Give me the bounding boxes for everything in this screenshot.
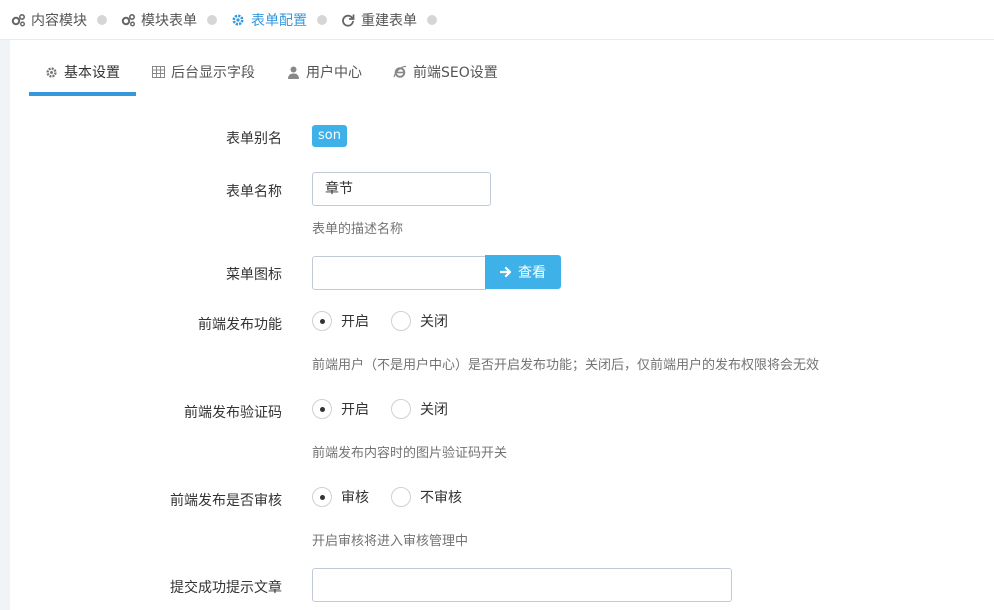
- radio-dot[interactable]: [312, 399, 332, 419]
- radio-review-on[interactable]: 审核: [312, 487, 369, 507]
- tab-label: 后台显示字段: [171, 65, 255, 81]
- radio-dot[interactable]: [391, 311, 411, 331]
- breadcrumb-separator: [427, 14, 437, 25]
- user-icon: [286, 65, 300, 79]
- breadcrumb: 内容模块 模块表单 表单配置 重建表单: [0, 0, 994, 40]
- form-row-success-message: 提交成功提示文章: [0, 568, 994, 602]
- view-icons-button[interactable]: 查看: [485, 255, 561, 289]
- tab-bar: 基本设置 后台显示字段 用户中心 前端SEO设置: [29, 52, 994, 96]
- form-row-alias: 表单别名 son: [0, 125, 994, 149]
- cogs-icon: [120, 12, 136, 28]
- tab-label: 用户中心: [306, 65, 362, 81]
- breadcrumb-item-module-form[interactable]: 模块表单: [120, 10, 197, 30]
- breadcrumb-label: 模块表单: [141, 12, 197, 29]
- breadcrumb-item-content-module[interactable]: 内容模块: [10, 10, 87, 30]
- tab-label: 前端SEO设置: [413, 65, 498, 81]
- tab-label: 基本设置: [64, 65, 120, 81]
- radio-label: 不审核: [420, 490, 462, 506]
- breadcrumb-label: 重建表单: [361, 12, 417, 29]
- breadcrumb-label: 表单配置: [251, 12, 307, 29]
- cogs-icon: [10, 12, 26, 28]
- radio-captcha-off[interactable]: 关闭: [391, 399, 448, 419]
- tab-admin-display-fields[interactable]: 后台显示字段: [136, 52, 271, 96]
- tab-frontend-seo[interactable]: 前端SEO设置: [378, 52, 514, 96]
- form-help-text: 表单的描述名称: [312, 222, 404, 237]
- gear-icon: [44, 65, 58, 79]
- form-row-name: 表单名称 章节 表单的描述名称: [0, 172, 994, 242]
- radio-publish-off[interactable]: 关闭: [391, 311, 448, 331]
- tab-user-center[interactable]: 用户中心: [271, 52, 378, 96]
- form-help-text: 开启审核将进入审核管理中: [312, 534, 469, 549]
- form-row-publish: 前端发布功能 开启 关闭 前端用户（不是用户中心）是否开启发布功能；关闭后，仅前…: [0, 311, 994, 373]
- radio-label: 开启: [341, 314, 369, 330]
- form-name-input[interactable]: 章节: [312, 172, 491, 206]
- gear-icon: [230, 12, 246, 28]
- menu-icon-input[interactable]: [312, 256, 486, 290]
- radio-dot[interactable]: [312, 487, 332, 507]
- table-icon: [151, 65, 165, 79]
- breadcrumb-item-rebuild-form[interactable]: 重建表单: [340, 10, 417, 30]
- radio-dot[interactable]: [391, 399, 411, 419]
- radio-label: 审核: [341, 490, 369, 506]
- radio-review-off[interactable]: 不审核: [391, 487, 462, 507]
- form-help-text: 前端用户（不是用户中心）是否开启发布功能；关闭后，仅前端用户的发布权限将会无效: [312, 358, 820, 373]
- breadcrumb-separator: [207, 14, 217, 25]
- breadcrumb-separator: [317, 14, 327, 25]
- form-label: 前端发布验证码: [184, 405, 282, 421]
- tab-basic-settings[interactable]: 基本设置: [29, 52, 136, 96]
- form-label: 提交成功提示文章: [170, 580, 282, 596]
- breadcrumb-separator: [97, 14, 107, 25]
- form-label: 菜单图标: [226, 267, 282, 283]
- form-row-menu-icon: 菜单图标 查看: [0, 255, 994, 290]
- form-label: 前端发布是否审核: [170, 493, 282, 509]
- form-row-review: 前端发布是否审核 审核 不审核 开启审核将进入审核管理中: [0, 487, 994, 549]
- radio-publish-on[interactable]: 开启: [312, 311, 369, 331]
- arrow-right-icon: [500, 266, 512, 278]
- radio-label: 关闭: [420, 402, 448, 418]
- success-message-input[interactable]: [312, 568, 732, 602]
- ie-icon: [393, 65, 407, 79]
- radio-captcha-on[interactable]: 开启: [312, 399, 369, 419]
- refresh-icon: [340, 12, 356, 28]
- form-row-captcha: 前端发布验证码 开启 关闭 前端发布内容时的图片验证码开关: [0, 399, 994, 461]
- radio-label: 关闭: [420, 314, 448, 330]
- form-label: 前端发布功能: [198, 317, 282, 333]
- form-label: 表单名称: [226, 184, 282, 200]
- breadcrumb-label: 内容模块: [31, 12, 87, 29]
- radio-dot[interactable]: [312, 311, 332, 331]
- radio-dot[interactable]: [391, 487, 411, 507]
- form-help-text: 前端发布内容时的图片验证码开关: [312, 446, 508, 461]
- alias-badge: son: [312, 125, 347, 147]
- breadcrumb-item-form-config[interactable]: 表单配置: [230, 10, 307, 30]
- radio-label: 开启: [341, 402, 369, 418]
- view-button-label: 查看: [518, 265, 546, 281]
- form-label: 表单别名: [226, 131, 282, 147]
